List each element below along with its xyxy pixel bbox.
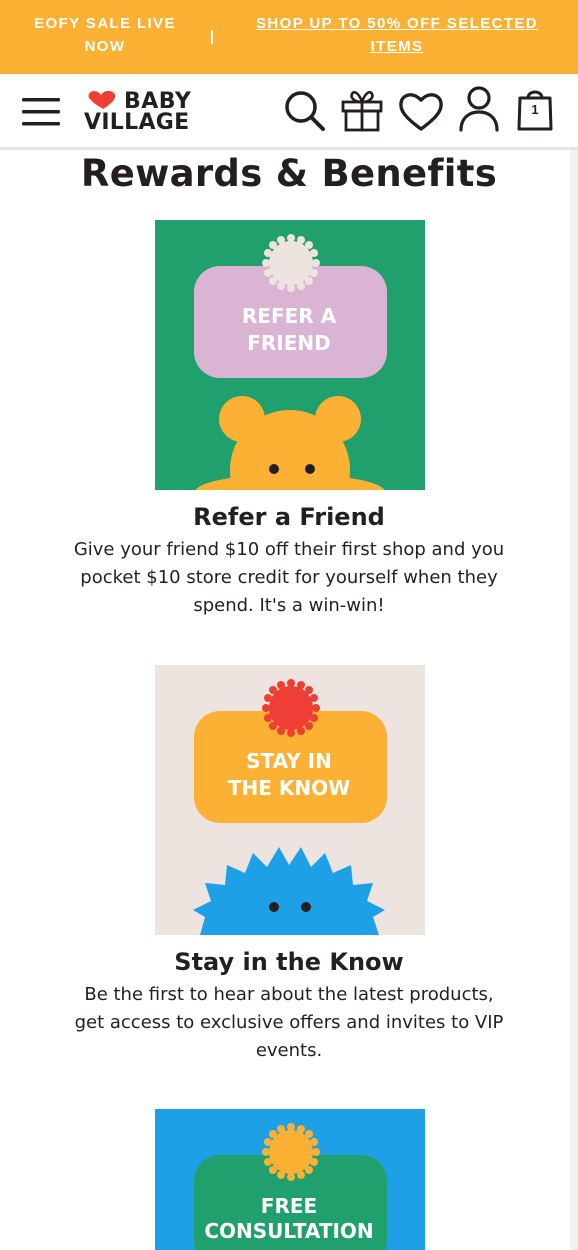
promo-sale-link[interactable]: SHOP UP TO 50% OFF SELECTED ITEMS (244, 12, 550, 58)
stay-in-the-know-image[interactable]: STAY IN THE KNOW (155, 665, 425, 935)
image-label-line1: FREE (261, 1194, 317, 1218)
image-label-line2: CONSULTATION (204, 1219, 373, 1243)
promo-text: EOFY SALE LIVE NOW (34, 15, 176, 55)
image-label-line2: FRIEND (247, 331, 331, 355)
cart-icon[interactable]: 1 (517, 86, 553, 132)
promo-bar: EOFY SALE LIVE NOW SHOP UP TO 50% OFF SE… (0, 0, 578, 74)
site-header: BABY VILLAGE 1 (0, 74, 578, 150)
page-scrollbar[interactable] (570, 150, 578, 1250)
baby-village-logo[interactable]: BABY VILLAGE (84, 89, 194, 135)
menu-icon[interactable] (22, 96, 60, 128)
refer-a-friend-image[interactable]: REFER A FRIEND (155, 220, 425, 490)
account-icon[interactable] (458, 86, 500, 132)
image-label-line1: REFER A (242, 304, 337, 328)
logo-text-village: VILLAGE (84, 110, 190, 135)
free-consultation-image[interactable]: FREE CONSULTATION (155, 1109, 425, 1250)
logo-heart-icon (88, 90, 116, 109)
heart-icon[interactable] (398, 90, 444, 132)
image-label-line2: THE KNOW (228, 776, 350, 800)
card-description: Be the first to hear about the latest pr… (74, 984, 504, 1061)
image-label-line1: STAY IN (246, 749, 332, 773)
card-description: Give your friend $10 off their first sho… (73, 539, 505, 616)
page-title: Rewards & Benefits (80, 152, 498, 195)
promo-divider (211, 30, 213, 44)
card-title: Stay in the Know (174, 948, 404, 976)
cart-count-badge: 1 (531, 102, 539, 117)
card-title: Refer a Friend (193, 503, 385, 531)
gift-icon[interactable] (341, 88, 383, 132)
search-icon[interactable] (284, 90, 326, 132)
